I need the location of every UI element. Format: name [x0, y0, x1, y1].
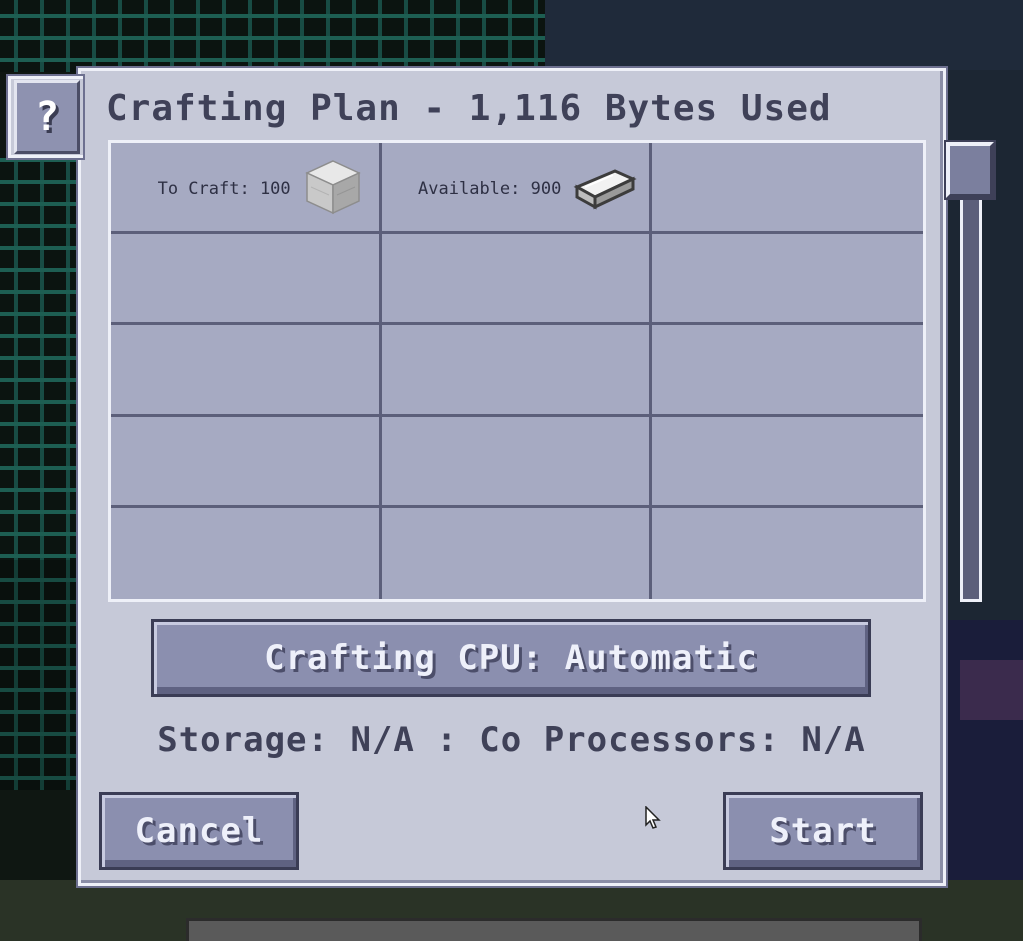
grid-cell[interactable]	[652, 508, 923, 599]
crafting-cpu-button[interactable]: Crafting CPU: Automatic	[151, 619, 871, 697]
grid-cell[interactable]	[381, 416, 653, 508]
maze-block-top	[0, 0, 545, 72]
grid-cell[interactable]	[111, 325, 382, 417]
hotbar	[186, 918, 922, 941]
grid-cell[interactable]	[381, 325, 653, 417]
grid-cell[interactable]	[111, 507, 382, 599]
iron-ingot-icon	[573, 169, 637, 210]
grid-cell[interactable]	[382, 507, 653, 599]
grid-cell[interactable]	[652, 325, 923, 417]
help-button[interactable]: ?	[14, 80, 80, 154]
grid-cell[interactable]	[381, 234, 653, 326]
iron-block-icon	[304, 160, 361, 215]
storage-status-text: Storage: N/A : Co Processors: N/A	[157, 720, 866, 760]
mouse-cursor-icon	[645, 806, 661, 829]
purple-structure	[960, 660, 1023, 720]
crafting-plan-grid: To Craft: 100 Available: 900	[108, 140, 926, 602]
start-button[interactable]: Start	[723, 792, 923, 870]
grid-cell[interactable]: Available: 900	[381, 143, 653, 235]
grid-cell[interactable]	[652, 143, 923, 235]
grid-cell[interactable]	[111, 416, 382, 508]
window-title: Crafting Plan - 1,116 Bytes Used	[106, 88, 832, 129]
grid-cell[interactable]	[652, 417, 923, 508]
grid-cell[interactable]: To Craft: 100	[111, 143, 382, 235]
scrollbar-track[interactable]	[960, 140, 982, 602]
cancel-button[interactable]: Cancel	[99, 792, 299, 870]
scrollbar-thumb[interactable]	[946, 142, 994, 198]
available-label: Available: 900	[418, 179, 562, 199]
grid-cell[interactable]	[111, 234, 382, 326]
to-craft-label: To Craft: 100	[157, 179, 291, 199]
sky-area	[545, 0, 1023, 70]
grid-cell[interactable]	[652, 234, 923, 326]
